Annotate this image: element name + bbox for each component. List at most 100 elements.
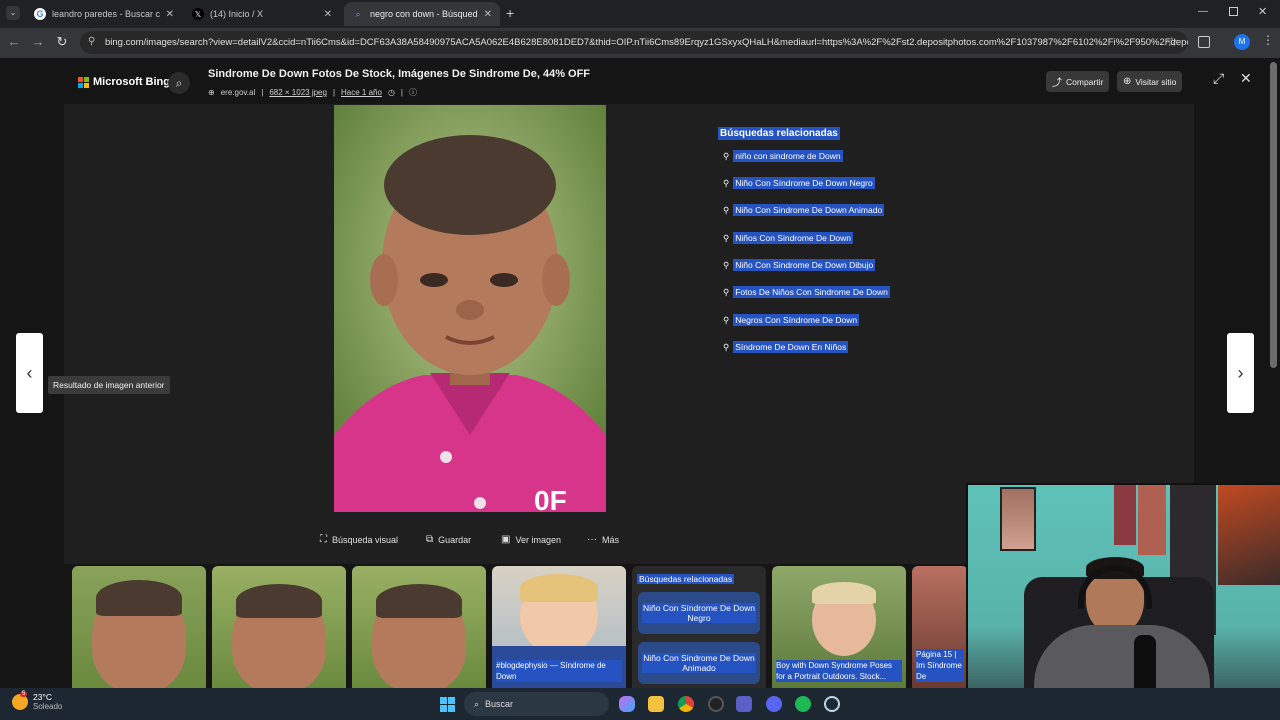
taskbar-search-label: Buscar — [485, 699, 514, 709]
search-icon: ⚲ — [723, 314, 730, 325]
visual-search-button[interactable]: ⛶ Búsqueda visual — [320, 534, 398, 545]
separator: | — [400, 88, 403, 97]
tab-bing[interactable]: ⌕ negro con down - Búsqueda ✕ — [344, 2, 500, 26]
related-item[interactable]: ⚲ niño con sindrome de Down — [723, 150, 843, 162]
related-item-label: Fotos De Niños Con Sindrome De Down — [733, 286, 890, 298]
save-button[interactable]: ⧉ Guardar — [426, 534, 471, 545]
site-info-icon[interactable]: ⚲ — [88, 36, 95, 47]
url-text: bing.com/images/search?view=detailV2&cci… — [105, 37, 1188, 48]
webcam-overlay — [966, 483, 1280, 720]
back-icon[interactable]: ← — [6, 34, 22, 50]
app-icon[interactable] — [708, 696, 724, 712]
teams-icon[interactable] — [736, 696, 752, 712]
thumbnail[interactable]: Boy with Down Syndrome Poses for a Portr… — [772, 566, 906, 688]
related-item-label: Niño Con Sindrome De Down Dibujo — [733, 259, 876, 271]
weather-sun-icon: 5 — [12, 691, 28, 710]
thumbnail[interactable] — [352, 566, 486, 688]
related-item[interactable]: ⚲ Negros Con Síndrome De Down — [723, 314, 860, 326]
related-item-label: Negros Con Síndrome De Down — [733, 314, 860, 326]
image-title[interactable]: Sindrome De Down Fotos De Stock, Imágene… — [208, 68, 590, 80]
info-icon[interactable]: ⓘ — [409, 87, 417, 98]
search-icon: ⌕ — [474, 698, 480, 709]
menu-icon[interactable]: ⋮ — [1262, 33, 1274, 47]
poster — [1218, 485, 1280, 585]
related-item[interactable]: ⚲ Síndrome De Down En Niños — [723, 341, 849, 353]
search-icon[interactable]: ⌕ — [168, 72, 190, 94]
reload-icon[interactable]: ↻ — [54, 34, 70, 50]
forward-icon[interactable]: → — [30, 34, 46, 50]
share-button[interactable]: ⤴ Compartir — [1046, 71, 1110, 92]
related-item-label: Niño Con Síndrome De Down Negro — [733, 177, 875, 189]
scrollbar[interactable] — [1270, 62, 1277, 368]
thumbnail[interactable] — [212, 566, 346, 688]
more-button[interactable]: ··· Más — [587, 534, 619, 545]
weather-badge: 5 — [20, 691, 28, 697]
taskbar-search[interactable]: ⌕ Buscar — [464, 692, 609, 716]
file-explorer-icon[interactable] — [648, 696, 664, 712]
related-item[interactable]: ⚲ Niños Con Sindrome De Down — [723, 232, 853, 244]
related-card-item[interactable]: Niño Con Síndrome De Down Negro — [638, 592, 760, 634]
related-item[interactable]: ⚲ Niño Con Sindrome De Down Dibujo — [723, 259, 876, 271]
save-label: Guardar — [438, 534, 472, 545]
tab-strip: ⌄ G leandro paredes - Buscar con G ✕ 𝕏 (… — [0, 0, 1280, 28]
thumbnail[interactable] — [72, 566, 206, 688]
minimize-icon[interactable]: — — [1198, 6, 1208, 17]
new-tab-icon[interactable]: + — [506, 5, 514, 21]
share-label: Compartir — [1066, 76, 1104, 87]
view-image-button[interactable]: ▣ Ver imagen — [501, 534, 561, 545]
main-image[interactable]: 0F — [334, 105, 606, 512]
separator: | — [261, 88, 264, 97]
expand-icon[interactable]: ⤢ — [1213, 70, 1224, 87]
tab-x[interactable]: 𝕏 (14) Inicio / X ✕ — [184, 2, 340, 26]
thumbnail[interactable]: #blogdephysio — Síndrome de Down — [492, 566, 626, 688]
mouse-cursor-icon: ↖ — [33, 353, 44, 367]
more-label: Más — [602, 534, 620, 545]
close-icon[interactable]: ✕ — [166, 9, 174, 20]
chrome-icon[interactable] — [678, 696, 694, 712]
search-icon: ⚲ — [723, 259, 730, 270]
restore-icon[interactable] — [1229, 7, 1238, 16]
bing-logo[interactable]: Microsoft Bing — [78, 76, 170, 88]
image-icon: ▣ — [501, 534, 511, 545]
related-item[interactable]: ⚲ Niño Con Síndrome De Down Negro — [723, 177, 875, 189]
visual-search-icon: ⛶ — [320, 534, 327, 545]
copilot-icon[interactable] — [619, 696, 635, 712]
close-icon[interactable]: ✕ — [324, 9, 332, 20]
globe-icon: ⊕ — [1123, 76, 1132, 87]
weather-widget[interactable]: 5 23°C Soleado — [12, 691, 62, 712]
related-item-label: Síndrome De Down En Niños — [733, 341, 849, 353]
chevron-left-icon: ‹ — [26, 362, 33, 383]
windows-start-icon[interactable] — [440, 697, 455, 712]
related-card-header: Búsquedas relacionadas — [637, 574, 735, 584]
extensions-icon[interactable] — [1198, 36, 1210, 48]
close-window-icon[interactable]: ✕ — [1258, 5, 1267, 18]
next-image-button[interactable]: › — [1227, 333, 1254, 413]
bookmark-star-icon[interactable]: ☆ — [1166, 34, 1178, 50]
search-icon: ⚲ — [723, 286, 730, 297]
related-card-item[interactable]: Niño Con Sindrome De Down Animado — [638, 642, 760, 684]
x-logo-icon: 𝕏 — [192, 8, 204, 20]
tab-search-icon[interactable]: ⌄ — [6, 6, 20, 20]
profile-avatar[interactable]: M — [1234, 34, 1250, 50]
related-item[interactable]: ⚲ Niño Con Sindrome De Down Animado — [723, 204, 885, 216]
related-searches: Búsquedas relacionadas — [718, 123, 840, 141]
visit-site-button[interactable]: ⊕ Visitar sitio — [1117, 71, 1183, 92]
close-viewer-icon[interactable]: ✕ — [1240, 70, 1252, 87]
previous-image-button[interactable]: ‹ — [16, 333, 43, 413]
thumbnail[interactable]: Página 15 | Im Síndrome De — [912, 566, 968, 688]
related-item[interactable]: ⚲ Fotos De Niños Con Sindrome De Down — [723, 286, 890, 298]
tooltip: Resultado de imagen anterior — [48, 376, 170, 394]
close-icon[interactable]: ✕ — [484, 9, 492, 20]
tab-google[interactable]: G leandro paredes - Buscar con G ✕ — [26, 2, 182, 26]
spotify-icon[interactable] — [795, 696, 811, 712]
steam-icon[interactable] — [824, 696, 840, 712]
address-bar[interactable]: ⚲ bing.com/images/search?view=detailV2&c… — [80, 31, 1188, 54]
search-icon: ⚲ — [723, 341, 730, 352]
microsoft-logo-icon — [78, 76, 89, 88]
logo-text: Microsoft Bing — [93, 76, 170, 88]
discord-icon[interactable] — [766, 696, 782, 712]
image-dimensions[interactable]: 682 × 1023 jpeg — [269, 88, 327, 97]
image-age[interactable]: Hace 1 año — [341, 88, 382, 97]
image-source[interactable]: ere.gov.al — [221, 88, 256, 97]
weather-temp: 23°C — [33, 692, 52, 702]
